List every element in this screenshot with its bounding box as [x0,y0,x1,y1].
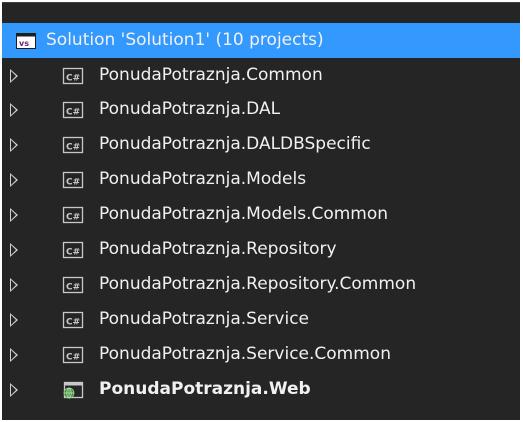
project-row[interactable]: C# PonudaPotraznja.DALDBSpecific [2,127,520,162]
expand-arrow-icon[interactable] [10,208,18,222]
project-row[interactable]: C# PonudaPotraznja.Models [2,162,520,197]
svg-text:C#: C# [66,283,80,293]
expand-arrow-icon[interactable] [10,243,18,257]
project-label: PonudaPotraznja.Repository [99,239,337,259]
csharp-project-icon: C# [62,346,84,364]
svg-text:C#: C# [66,143,80,153]
project-row[interactable]: C# PonudaPotraznja.Repository.Common [2,267,520,302]
project-label: PonudaPotraznja.Service [99,309,309,329]
expand-arrow-icon[interactable] [10,138,18,152]
project-label: PonudaPotraznja.Service.Common [99,344,391,364]
svg-text:C#: C# [66,178,80,188]
csharp-project-icon: C# [62,101,84,119]
csharp-project-icon: C# [62,136,84,154]
project-row[interactable]: C# PonudaPotraznja.Service [2,302,520,337]
csharp-project-icon: C# [62,241,84,259]
project-label: PonudaPotraznja.Models [99,169,307,189]
web-project-icon [62,381,84,399]
solution-explorer-tree: vs Solution 'Solution1' (10 projects) C#… [2,2,520,420]
project-row[interactable]: C# PonudaPotraznja.Models.Common [2,197,520,232]
csharp-project-icon: C# [62,171,84,189]
expand-arrow-icon[interactable] [10,69,18,83]
expand-arrow-icon[interactable] [10,173,18,187]
csharp-project-icon: C# [62,311,84,329]
svg-text:C#: C# [66,213,80,223]
project-label: PonudaPotraznja.Common [99,65,323,85]
solution-label: Solution 'Solution1' (10 projects) [46,30,324,50]
solution-icon: vs [15,32,37,50]
expand-arrow-icon[interactable] [10,103,18,117]
project-row[interactable]: C# PonudaPotraznja.Repository [2,232,520,267]
top-border [2,2,520,3]
csharp-project-icon: C# [62,67,84,85]
project-label: PonudaPotraznja.Repository.Common [99,274,417,294]
project-label: PonudaPotraznja.DALDBSpecific [99,134,371,154]
svg-text:C#: C# [66,108,80,118]
project-row[interactable]: C# PonudaPotraznja.DAL [2,92,520,127]
svg-text:vs: vs [19,39,29,48]
project-label: PonudaPotraznja.Web [99,379,311,399]
svg-text:C#: C# [66,248,80,258]
project-label: PonudaPotraznja.Models.Common [99,204,389,224]
svg-text:C#: C# [66,74,80,84]
solution-row[interactable]: vs Solution 'Solution1' (10 projects) [2,23,520,58]
svg-text:C#: C# [66,353,80,363]
svg-text:C#: C# [66,318,80,328]
expand-arrow-icon[interactable] [10,348,18,362]
csharp-project-icon: C# [62,206,84,224]
expand-arrow-icon[interactable] [10,278,18,292]
project-row-startup[interactable]: PonudaPotraznja.Web [2,372,520,407]
project-row[interactable]: C# PonudaPotraznja.Common [2,58,520,93]
project-label: PonudaPotraznja.DAL [99,99,281,119]
expand-arrow-icon[interactable] [10,313,18,327]
project-row[interactable]: C# PonudaPotraznja.Service.Common [2,337,520,372]
csharp-project-icon: C# [62,276,84,294]
expand-arrow-icon[interactable] [10,383,18,397]
